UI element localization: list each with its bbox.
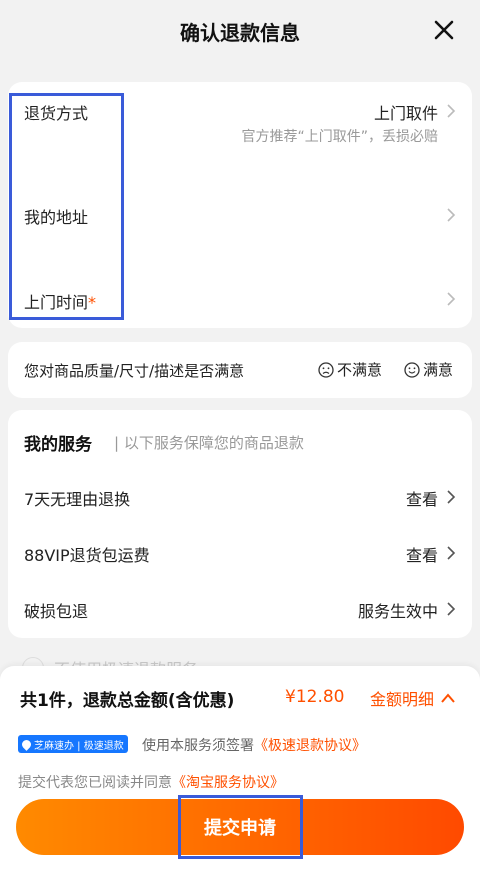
chevron-right-icon[interactable] (446, 208, 456, 222)
return-info-card: 退货方式 上门取件 官方推荐“上门取件”，丢损必赔 我的地址 上门时间* (8, 82, 472, 328)
dissatisfied-label: 不满意 (337, 361, 383, 379)
services-card: 我的服务 | 以下服务保障您的商品退款 7天无理由退换 查看 88VIP退货包运… (8, 410, 472, 638)
return-method-label: 退货方式 (24, 104, 89, 123)
fast-refund-badge: 芝麻速办 | 极速退款 (18, 735, 128, 753)
close-icon[interactable] (430, 16, 458, 44)
amount-detail-label: 金额明细 (370, 690, 435, 709)
fast-refund-agreement-link[interactable]: 《极速退款协议》 (254, 738, 366, 754)
return-method-hint: 官方推荐“上门取件”，丢损必赔 (241, 129, 438, 145)
address-label[interactable]: 我的地址 (24, 204, 88, 228)
service-item-label: 7天无理由退换 (24, 490, 131, 509)
sad-face-icon (318, 361, 334, 378)
header: 确认退款信息 (0, 0, 480, 62)
service-item-value[interactable]: 查看 (406, 486, 438, 510)
chevron-right-icon[interactable] (446, 546, 456, 560)
satisfied-option[interactable]: 满意 (404, 359, 453, 380)
satisfaction-card: 您对商品质量/尺寸/描述是否满意 不满意 满意 (8, 342, 472, 398)
return-method-value[interactable]: 上门取件 (374, 100, 438, 124)
drop-icon (20, 737, 33, 751)
badge-text: 芝麻速办 | 极速退款 (34, 740, 124, 752)
services-subtitle: | 以下服务保障您的商品退款 (114, 434, 304, 452)
service-item-value[interactable]: 服务生效中 (358, 598, 438, 622)
smile-face-icon (404, 361, 420, 378)
page-title: 确认退款信息 (180, 20, 300, 45)
submit-button[interactable]: 提交申请 (16, 799, 464, 855)
satisfied-label: 满意 (423, 361, 454, 379)
service-item-value[interactable]: 查看 (406, 542, 438, 566)
refund-total-amount: ¥12.80 (285, 687, 345, 707)
chevron-right-icon[interactable] (446, 104, 456, 118)
taobao-service-agreement-link[interactable]: 《淘宝服务协议》 (172, 775, 284, 791)
services-title: 我的服务 (24, 435, 92, 455)
agreement-prefix: 提交代表您已阅读并同意 (18, 775, 172, 791)
required-mark: * (88, 293, 97, 312)
bottom-panel: 共1件，退款总金额(含优惠) ¥12.80 金额明细 芝麻速办 | 极速退款 使… (0, 666, 480, 880)
refund-total-label: 共1件，退款总金额(含优惠) (20, 691, 235, 711)
service-item-label: 88VIP退货包运费 (24, 546, 150, 565)
pickup-time-text: 上门时间 (24, 293, 89, 312)
chevron-up-icon (441, 693, 455, 703)
dissatisfied-option[interactable]: 不满意 (318, 359, 382, 380)
agreement-prefix: 使用本服务须签署 (142, 738, 254, 754)
chevron-right-icon[interactable] (446, 602, 456, 616)
pickup-time-label[interactable]: 上门时间* (24, 289, 96, 313)
chevron-right-icon[interactable] (446, 292, 456, 306)
service-item-label: 破损包退 (24, 602, 89, 621)
service-agreement: 提交代表您已阅读并同意《淘宝服务协议》 (18, 772, 284, 792)
chevron-right-icon[interactable] (446, 490, 456, 504)
amount-detail-button[interactable]: 金额明细 (370, 686, 456, 710)
satisfaction-question: 您对商品质量/尺寸/描述是否满意 (24, 362, 245, 380)
fast-refund-agreement: 使用本服务须签署《极速退款协议》 (142, 735, 366, 755)
